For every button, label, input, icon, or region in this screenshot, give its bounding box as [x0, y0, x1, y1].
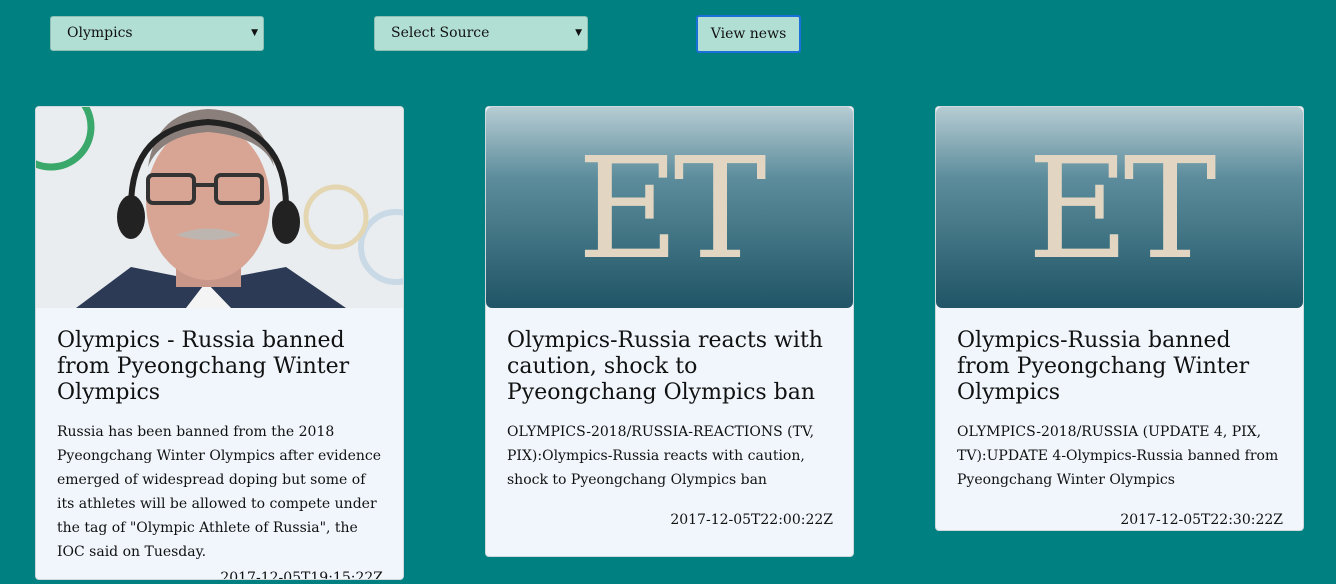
article-date: 2017-12-05T22:30:22Z: [1120, 512, 1283, 528]
news-card[interactable]: Olympics - Russia banned from Pyeongchan…: [35, 106, 404, 580]
article-description: Russia has been banned from the 2018 Pye…: [57, 424, 382, 560]
article-title[interactable]: Olympics - Russia banned from Pyeongchan…: [57, 328, 383, 406]
topic-select-value: Olympics: [67, 25, 133, 41]
topic-select[interactable]: Olympics ▼: [50, 16, 264, 51]
news-card[interactable]: ET Olympics-Russia reacts with caution, …: [485, 106, 854, 557]
article-title[interactable]: Olympics-Russia banned from Pyeongchang …: [957, 328, 1283, 406]
article-image: [36, 107, 403, 308]
news-card[interactable]: ET Olympics-Russia banned from Pyeongcha…: [935, 106, 1304, 531]
view-news-button[interactable]: View news: [696, 15, 801, 53]
dropdown-arrow-icon: ▼: [251, 28, 258, 38]
svg-text:ET: ET: [577, 128, 766, 291]
article-image: ET: [936, 107, 1303, 308]
svg-text:ET: ET: [1027, 128, 1216, 291]
controls-bar: Olympics ▼ Select Source ▼ View news: [0, 15, 1336, 53]
article-description: OLYMPICS-2018/RUSSIA (UPDATE 4, PIX, TV)…: [957, 424, 1279, 488]
article-description: OLYMPICS-2018/RUSSIA-REACTIONS (TV, PIX)…: [507, 424, 815, 488]
source-select-value: Select Source: [391, 25, 490, 41]
article-image: ET: [486, 107, 853, 308]
dropdown-arrow-icon: ▼: [575, 28, 582, 38]
article-date: 2017-12-05T22:00:22Z: [670, 512, 833, 528]
article-date: 2017-12-05T19:15:22Z: [220, 570, 383, 580]
source-select[interactable]: Select Source ▼: [374, 16, 588, 51]
article-title[interactable]: Olympics-Russia reacts with caution, sho…: [507, 328, 833, 406]
